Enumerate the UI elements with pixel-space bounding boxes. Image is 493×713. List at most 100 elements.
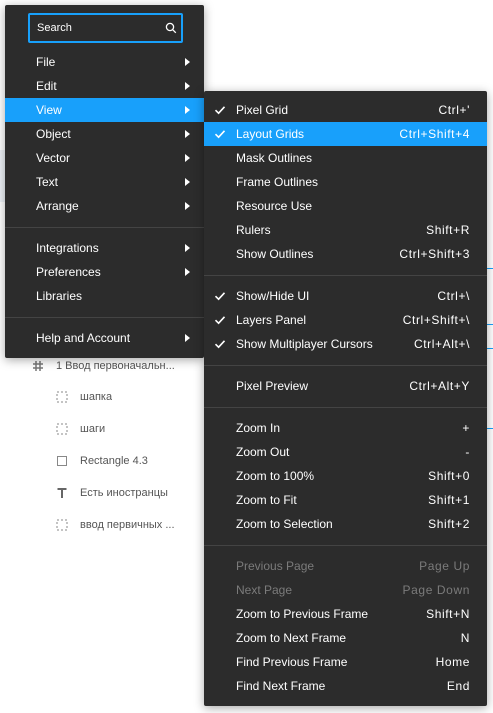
shortcut-label: Shift+1	[428, 493, 470, 507]
menu-item-zoom-to-selection[interactable]: Zoom to Selection Shift+2	[204, 512, 487, 536]
menu-item-label: Find Next Frame	[236, 679, 326, 693]
menu-item-preferences[interactable]: Preferences	[5, 260, 204, 284]
menu-item-label: Vector	[36, 151, 71, 165]
layer-row[interactable]: Rectangle 4.3	[54, 449, 224, 473]
menu-item-label: Edit	[36, 79, 57, 93]
menu-separator	[204, 275, 487, 276]
menu-item-show-multiplayer-cursors[interactable]: Show Multiplayer Cursors Ctrl+Alt+\	[204, 332, 487, 356]
menu-item-frame-outlines[interactable]: Frame Outlines	[204, 170, 487, 194]
menu-item-label: Zoom to 100%	[236, 469, 315, 483]
menu-item-mask-outlines[interactable]: Mask Outlines	[204, 146, 487, 170]
text-icon	[54, 485, 70, 501]
menu-item-view[interactable]: View	[5, 98, 204, 122]
menu-item-label: Find Previous Frame	[236, 655, 348, 669]
shortcut-label: Shift+2	[428, 517, 470, 531]
menu-item-object[interactable]: Object	[5, 122, 204, 146]
layer-row[interactable]: Есть иностранцы	[54, 481, 224, 505]
menu-separator	[204, 407, 487, 408]
menu-item-integrations[interactable]: Integrations	[5, 236, 204, 260]
menu-separator	[5, 227, 204, 228]
layer-row[interactable]: шаги	[54, 417, 224, 441]
menu-item-label: Resource Use	[236, 199, 313, 213]
menu-item-text[interactable]: Text	[5, 170, 204, 194]
shortcut-label: Page Down	[402, 583, 470, 597]
menu-item-label: Text	[36, 175, 59, 189]
canvas-guide-line	[487, 428, 493, 429]
view-submenu: Pixel Grid Ctrl+' Layout Grids Ctrl+Shif…	[204, 91, 487, 706]
checkmark-icon	[214, 106, 226, 115]
checkmark-icon	[214, 316, 226, 325]
menu-item-label: File	[36, 55, 56, 69]
menu-item-rulers[interactable]: Rulers Shift+R	[204, 218, 487, 242]
chevron-right-icon	[185, 334, 190, 342]
menu-item-find-next-frame[interactable]: Find Next Frame End	[204, 674, 487, 698]
menu-item-zoom-in[interactable]: Zoom In +	[204, 416, 487, 440]
menu-item-libraries[interactable]: Libraries	[5, 284, 204, 308]
menu-item-zoom-to-100[interactable]: Zoom to 100% Shift+0	[204, 464, 487, 488]
menu-item-label: Pixel Preview	[236, 379, 309, 393]
menu-item-label: Integrations	[36, 241, 99, 255]
chevron-right-icon	[185, 106, 190, 114]
menu-item-find-previous-frame[interactable]: Find Previous Frame Home	[204, 650, 487, 674]
shortcut-label: Shift+0	[428, 469, 470, 483]
menu-item-zoom-out[interactable]: Zoom Out -	[204, 440, 487, 464]
menu-item-arrange[interactable]: Arrange	[5, 194, 204, 218]
shortcut-label: Ctrl+Shift+4	[399, 127, 470, 141]
layer-label: Rectangle 4.3	[80, 455, 148, 467]
search-box[interactable]	[28, 13, 183, 43]
menu-item-label: Arrange	[36, 199, 79, 213]
menu-item-show-outlines[interactable]: Show Outlines Ctrl+Shift+3	[204, 242, 487, 266]
menu-item-label: Frame Outlines	[236, 175, 319, 189]
chevron-right-icon	[185, 130, 190, 138]
shortcut-label: Page Up	[419, 559, 470, 573]
menu-item-label: Show Multiplayer Cursors	[236, 337, 373, 351]
layer-row[interactable]: шапка	[54, 385, 224, 409]
menu-item-help-and-account[interactable]: Help and Account	[5, 326, 204, 350]
chevron-right-icon	[185, 58, 190, 66]
menu-item-show-hide-ui[interactable]: Show/Hide UI Ctrl+\	[204, 284, 487, 308]
menu-item-label: Layers Panel	[236, 313, 307, 327]
shortcut-label: Home	[435, 655, 470, 669]
menu-item-zoom-to-fit[interactable]: Zoom to Fit Shift+1	[204, 488, 487, 512]
menu-item-layout-grids[interactable]: Layout Grids Ctrl+Shift+4	[204, 122, 487, 146]
shortcut-label: Ctrl+Shift+\	[402, 313, 470, 327]
shortcut-label: +	[462, 421, 470, 435]
menu-item-zoom-to-next-frame[interactable]: Zoom to Next Frame N	[204, 626, 487, 650]
shortcut-label: Ctrl+Alt+Y	[409, 379, 470, 393]
layer-label: шаги	[80, 423, 106, 435]
canvas-guide-line	[487, 324, 493, 325]
layer-label: Есть иностранцы	[80, 487, 168, 499]
menu-item-resource-use[interactable]: Resource Use	[204, 194, 487, 218]
chevron-right-icon	[185, 154, 190, 162]
rectangle-icon	[54, 453, 70, 469]
menu-item-zoom-to-previous-frame[interactable]: Zoom to Previous Frame Shift+N	[204, 602, 487, 626]
shortcut-label: Ctrl+Alt+\	[413, 337, 470, 351]
shortcut-label: Ctrl+\	[437, 289, 470, 303]
checkmark-icon	[214, 340, 226, 349]
checkmark-icon	[214, 130, 226, 139]
menu-item-label: Zoom to Next Frame	[236, 631, 347, 645]
menu-item-next-page: Next Page Page Down	[204, 578, 487, 602]
chevron-right-icon	[185, 178, 190, 186]
menu-item-label: Zoom In	[236, 421, 281, 435]
canvas-guide-line	[487, 348, 493, 349]
layer-label: 1 Ввод первоначальн...	[56, 360, 175, 372]
menu-item-label: View	[36, 103, 62, 117]
menu-item-label: Show/Hide UI	[236, 289, 310, 303]
search-icon	[165, 22, 177, 34]
menu-item-pixel-preview[interactable]: Pixel Preview Ctrl+Alt+Y	[204, 374, 487, 398]
shortcut-label: Ctrl+'	[438, 103, 470, 117]
menu-item-label: Zoom to Fit	[236, 493, 297, 507]
menu-item-vector[interactable]: Vector	[5, 146, 204, 170]
layer-row[interactable]: ввод первичных ...	[54, 513, 224, 537]
chevron-right-icon	[185, 82, 190, 90]
search-input[interactable]	[30, 15, 181, 41]
canvas-guide-line	[487, 268, 493, 269]
menu-item-label: Previous Page	[236, 559, 315, 573]
menu-item-layers-panel[interactable]: Layers Panel Ctrl+Shift+\	[204, 308, 487, 332]
menu-item-edit[interactable]: Edit	[5, 74, 204, 98]
menu-item-label: Help and Account	[36, 331, 131, 345]
menu-item-file[interactable]: File	[5, 50, 204, 74]
shortcut-label: Ctrl+Shift+3	[399, 247, 470, 261]
menu-item-pixel-grid[interactable]: Pixel Grid Ctrl+'	[204, 98, 487, 122]
